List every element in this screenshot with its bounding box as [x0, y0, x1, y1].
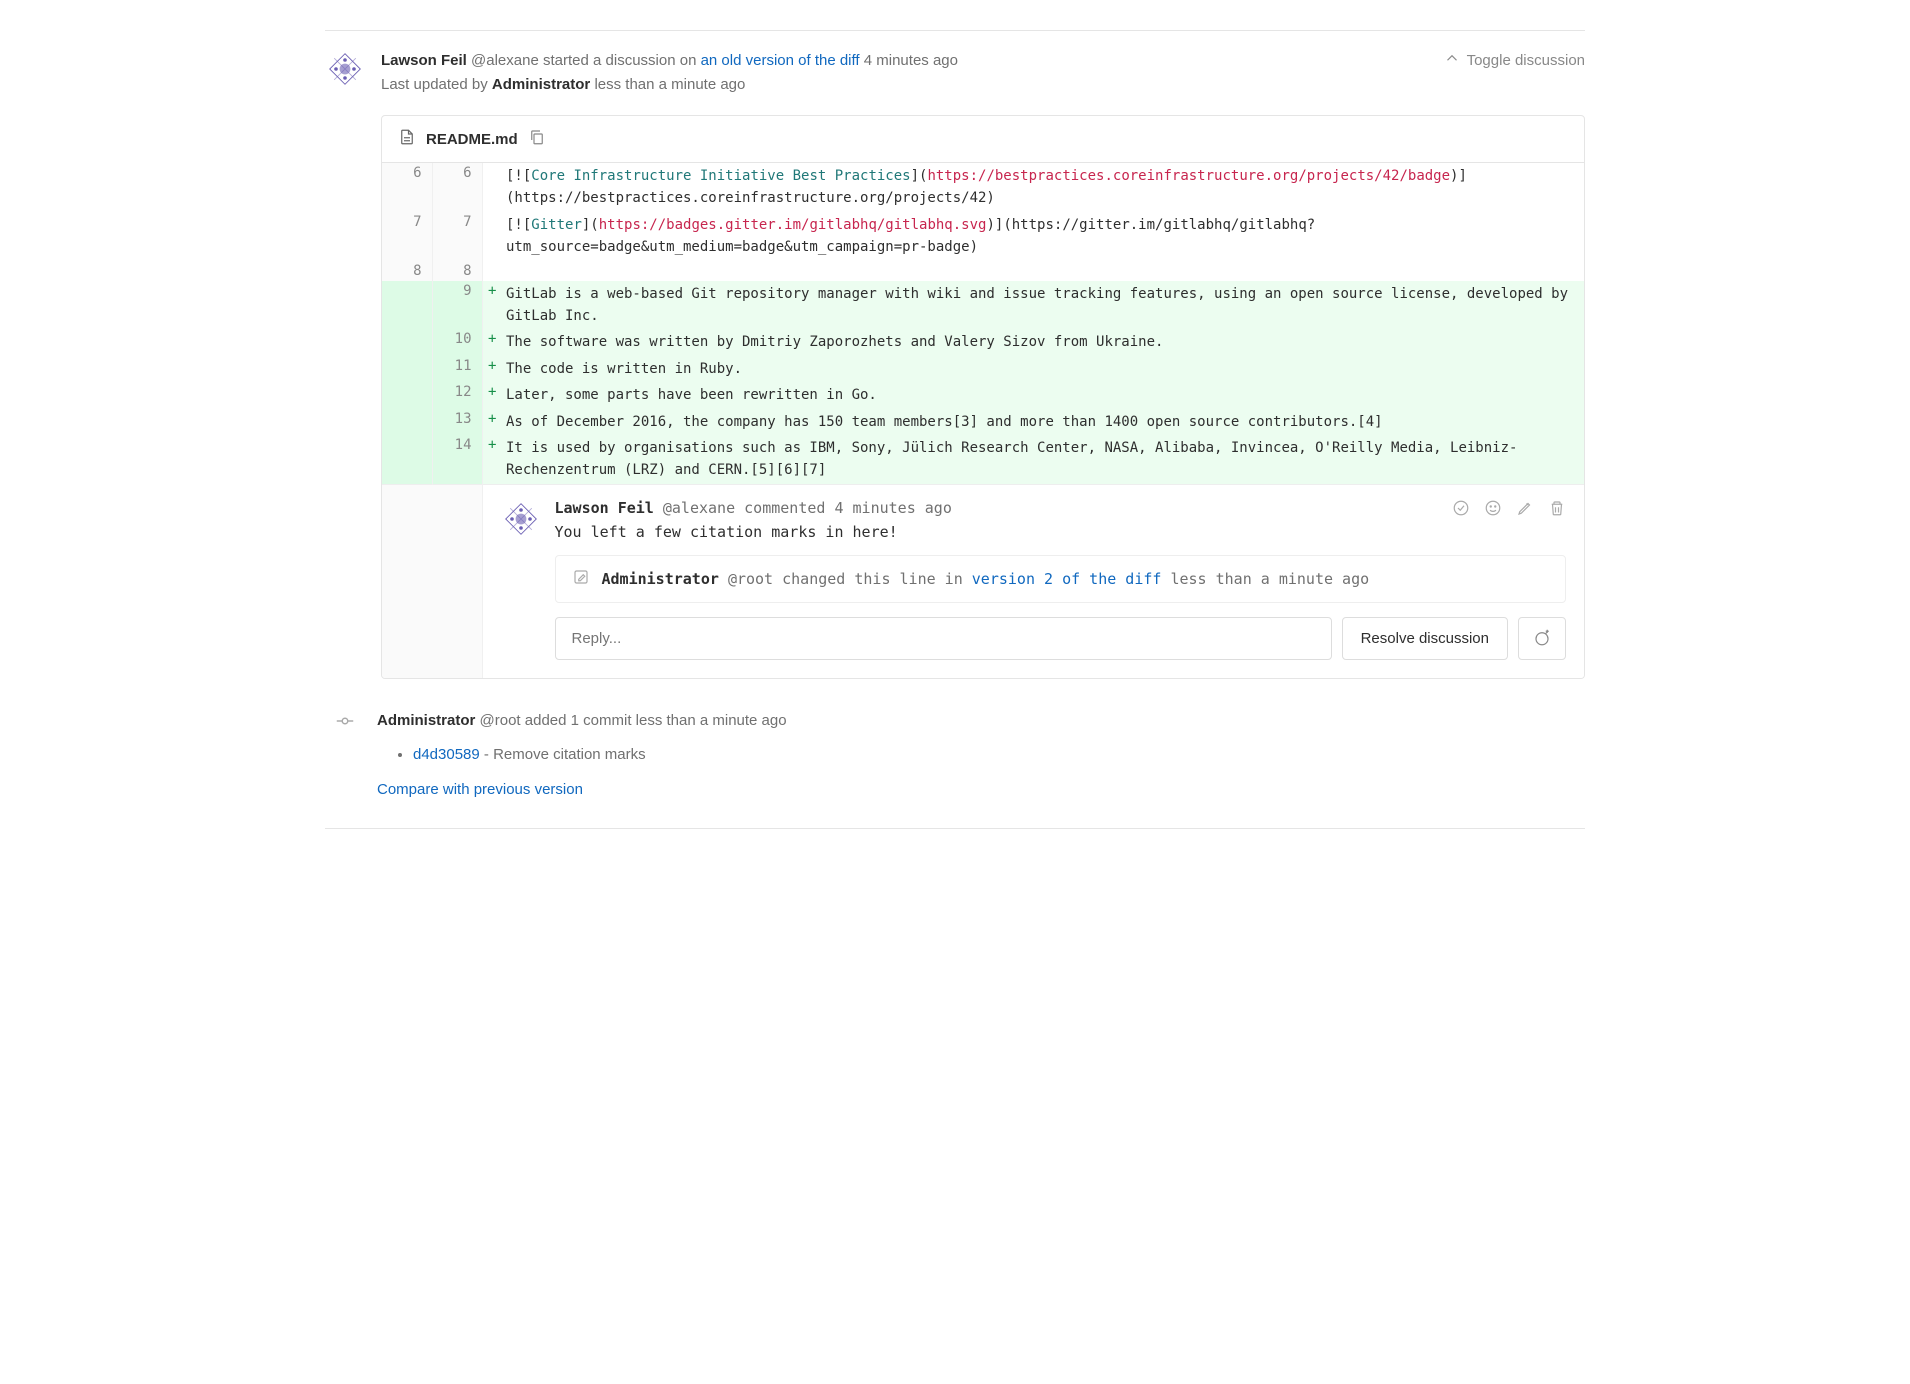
- compare-link[interactable]: Compare with previous version: [377, 781, 583, 798]
- commit-event: Administrator @root added 1 commit less …: [325, 707, 1585, 805]
- comment-time: 4 minutes ago: [834, 499, 951, 517]
- new-line-number[interactable]: 10: [432, 329, 482, 355]
- file-icon: [398, 128, 416, 150]
- author-handle[interactable]: @alexane: [471, 52, 539, 69]
- new-line-number[interactable]: 13: [432, 409, 482, 435]
- diff-code: The code is written in Ruby.: [502, 356, 1584, 382]
- new-line-number[interactable]: 7: [432, 212, 482, 261]
- commit-sha-link[interactable]: d4d30589: [413, 746, 480, 763]
- old-line-number[interactable]: 6: [382, 163, 432, 212]
- sysnote-time: less than a minute ago: [1170, 570, 1369, 588]
- diff-code: Later, some parts have been rewritten in…: [502, 382, 1584, 408]
- old-line-number[interactable]: 8: [382, 261, 432, 281]
- commit-message: Remove citation marks: [493, 746, 646, 763]
- old-line-number[interactable]: [382, 329, 432, 355]
- commit-list-item: d4d30589 - Remove citation marks: [413, 741, 787, 770]
- comment-verb: commented: [744, 499, 834, 517]
- inline-comment-row: Lawson Feil @alexane commented 4 minutes…: [382, 484, 1584, 678]
- diff-sign: [482, 261, 502, 281]
- updated-prefix: Last updated by: [381, 76, 492, 93]
- new-line-number[interactable]: 14: [432, 435, 482, 484]
- comment-author-name[interactable]: Lawson Feil: [555, 499, 654, 517]
- delete-icon[interactable]: [1548, 499, 1566, 521]
- edit-note-icon: [572, 568, 590, 590]
- diff-code: GitLab is a web-based Git repository man…: [502, 281, 1584, 330]
- sysnote-author[interactable]: Administrator: [602, 570, 719, 588]
- diff-line: 11+The code is written in Ruby.: [382, 356, 1584, 382]
- diff-sign: +: [482, 281, 502, 330]
- comment-author-handle[interactable]: @alexane: [663, 499, 735, 517]
- old-line-number[interactable]: [382, 281, 432, 330]
- reply-input[interactable]: [555, 617, 1332, 660]
- commit-sep: -: [480, 746, 493, 763]
- diff-code: The software was written by Dmitriy Zapo…: [502, 329, 1584, 355]
- diff-line: 14+It is used by organisations such as I…: [382, 435, 1584, 484]
- sysnote-handle[interactable]: @root: [728, 570, 773, 588]
- old-line-number[interactable]: [382, 409, 432, 435]
- updated-by[interactable]: Administrator: [492, 76, 590, 93]
- commit-author[interactable]: Administrator: [377, 712, 475, 729]
- old-line-number[interactable]: [382, 382, 432, 408]
- toggle-discussion-button[interactable]: Toggle discussion: [1443, 49, 1585, 71]
- diff-line: 12+Later, some parts have been rewritten…: [382, 382, 1584, 408]
- file-header: README.md: [382, 116, 1584, 163]
- diff-sign: [482, 212, 502, 261]
- author-name[interactable]: Lawson Feil: [381, 52, 467, 69]
- diff-code: [502, 261, 1584, 281]
- commit-time: less than a minute ago: [636, 712, 787, 729]
- comment-avatar[interactable]: [501, 499, 541, 539]
- header-action: started a discussion on: [543, 52, 701, 69]
- sysnote-action: changed this line in: [782, 570, 972, 588]
- resolve-discussion-button[interactable]: Resolve discussion: [1342, 617, 1508, 660]
- diff-sign: [482, 163, 502, 212]
- toggle-discussion-label: Toggle discussion: [1467, 52, 1585, 69]
- diff-line: 13+As of December 2016, the company has …: [382, 409, 1584, 435]
- new-line-number[interactable]: 9: [432, 281, 482, 330]
- diff-code: [![Core Infrastructure Initiative Best P…: [502, 163, 1584, 212]
- diff-file-box: README.md 66 [![Core Infrastructure Initi…: [381, 115, 1585, 679]
- copy-path-icon[interactable]: [528, 128, 546, 150]
- diff-line: 66 [![Core Infrastructure Initiative Best…: [382, 163, 1584, 212]
- diff-line: 9+GitLab is a web-based Git repository m…: [382, 281, 1584, 330]
- old-line-number[interactable]: [382, 435, 432, 484]
- diff-sign: +: [482, 435, 502, 484]
- emoji-icon[interactable]: [1484, 499, 1502, 521]
- create-issue-button[interactable]: [1518, 617, 1566, 660]
- comment-body-text: You left a few citation marks in here!: [555, 523, 1439, 541]
- chevron-up-icon: [1443, 49, 1461, 71]
- old-line-number[interactable]: [382, 356, 432, 382]
- diff-code: As of December 2016, the company has 150…: [502, 409, 1584, 435]
- diff-code: [![Gitter](https://badges.gitter.im/gitl…: [502, 212, 1584, 261]
- diff-sign: +: [482, 409, 502, 435]
- edit-icon[interactable]: [1516, 499, 1534, 521]
- diff-line: 10+The software was written by Dmitriy Z…: [382, 329, 1584, 355]
- updated-time: less than a minute ago: [594, 76, 745, 93]
- diff-line: 88: [382, 261, 1584, 281]
- avatar[interactable]: [325, 49, 365, 89]
- new-line-number[interactable]: 12: [432, 382, 482, 408]
- sysnote-link[interactable]: version 2 of the diff: [972, 570, 1162, 588]
- system-note: Administrator @root changed this line in…: [555, 555, 1567, 603]
- diff-code: It is used by organisations such as IBM,…: [502, 435, 1584, 484]
- diff-line: 77 [![Gitter](https://badges.gitter.im/gi…: [382, 212, 1584, 261]
- new-line-number[interactable]: 6: [432, 163, 482, 212]
- discussion-header: Lawson Feil @alexane started a discussio…: [325, 49, 1585, 97]
- new-line-number[interactable]: 8: [432, 261, 482, 281]
- commit-handle[interactable]: @root: [480, 712, 521, 729]
- diff-sign: +: [482, 382, 502, 408]
- resolve-icon[interactable]: [1452, 499, 1470, 521]
- header-timestamp: 4 minutes ago: [864, 52, 958, 69]
- new-line-number[interactable]: 11: [432, 356, 482, 382]
- commit-icon: [331, 707, 359, 735]
- diff-version-link[interactable]: an old version of the diff: [701, 52, 860, 69]
- file-name: README.md: [426, 131, 518, 148]
- diff-sign: +: [482, 356, 502, 382]
- commit-action: added 1 commit: [525, 712, 636, 729]
- diff-table: 66 [![Core Infrastructure Initiative Best…: [382, 163, 1584, 678]
- old-line-number[interactable]: 7: [382, 212, 432, 261]
- diff-sign: +: [482, 329, 502, 355]
